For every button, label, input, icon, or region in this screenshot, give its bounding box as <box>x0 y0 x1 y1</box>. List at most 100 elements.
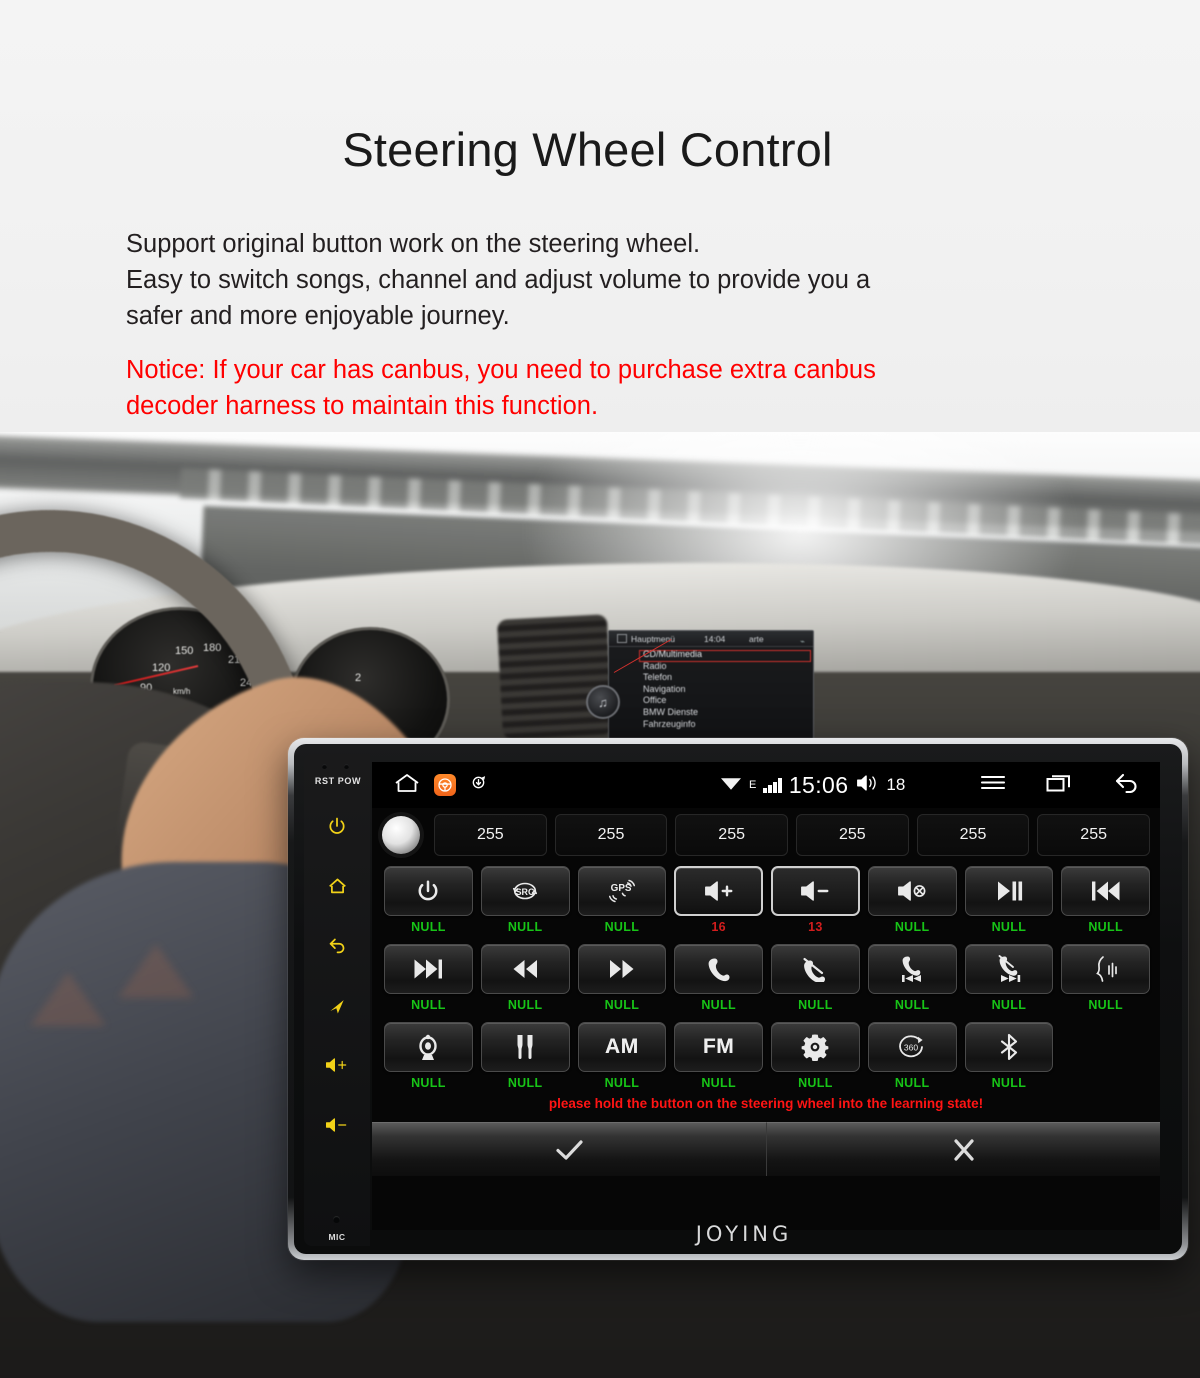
phone-next-button-label: NULL <box>991 998 1027 1012</box>
camera-button-label: NULL <box>411 1076 446 1090</box>
idrive-menu-item-office[interactable]: Office <box>643 695 702 707</box>
idrive-menu-item-fahrzeuginfo[interactable]: Fahrzeuginfo <box>643 719 702 731</box>
key-value-3[interactable]: 255 <box>675 814 788 856</box>
key-value-6[interactable]: 255 <box>1037 814 1150 856</box>
rst-label: RST <box>314 776 335 786</box>
volume-down-button-label: 13 <box>808 920 823 934</box>
panorama-360-button-label: NULL <box>894 1076 930 1090</box>
aux-rca-button[interactable] <box>480 1022 570 1072</box>
key-value-2[interactable]: 255 <box>554 814 668 856</box>
key-value-1[interactable]: 255 <box>434 814 547 856</box>
back-arrow-icon[interactable] <box>1113 772 1140 798</box>
notice-line-1: Notice: If your car has canbus, you need… <box>126 356 876 384</box>
power-button-label: NULL <box>411 920 446 934</box>
head-unit: RST POW MIC E 15:06 18 255 255 255 255 2… <box>288 738 1188 1260</box>
idrive-display: Hauptmenü 14:04 arte ⌁ CD/Multimedia Rad… <box>608 630 814 740</box>
page-root: Steering Wheel Control Support original … <box>0 0 1200 1378</box>
power-pinhole[interactable] <box>344 764 349 769</box>
notice-line-2: decoder harness to maintain this functio… <box>126 392 599 420</box>
touchscreen[interactable]: E 15:06 18 255 255 255 255 255 255 NULL … <box>372 762 1160 1230</box>
play-pause-button[interactable] <box>964 866 1054 916</box>
function-button-row-3: NULL NULL AM NULL FM NULL NULL 360 NULL … <box>384 1022 1150 1090</box>
idrive-menu-item-radio[interactable]: Radio <box>643 661 702 673</box>
function-cell-aux: NULL <box>480 1022 570 1090</box>
camera-button[interactable] <box>384 1022 473 1072</box>
next-track-button-label: NULL <box>411 998 446 1012</box>
recent-apps-icon[interactable] <box>1046 773 1073 798</box>
am-radio-button[interactable]: AM <box>577 1022 667 1072</box>
settings-button[interactable] <box>771 1022 860 1072</box>
check-icon <box>556 1139 583 1160</box>
svg-text:SRC: SRC <box>516 887 535 897</box>
function-cell-play-pause: NULL <box>964 866 1054 934</box>
volume-down-button[interactable] <box>771 866 860 916</box>
bluetooth-button[interactable] <box>964 1022 1054 1072</box>
hamburger-menu-icon[interactable] <box>980 773 1006 797</box>
rewind-button[interactable] <box>480 944 570 994</box>
idrive-menu-item-bmw-dienste[interactable]: BMW Dienste <box>643 707 702 719</box>
bezel-volume-down-icon[interactable] <box>304 1116 370 1138</box>
key-value-5[interactable]: 255 <box>916 814 1030 856</box>
function-cell-mute: NULL <box>867 866 957 934</box>
gps-button[interactable]: GPS <box>577 866 667 916</box>
bezel-back-icon[interactable] <box>304 936 370 959</box>
phone-next-button[interactable] <box>964 944 1054 994</box>
idrive-menu-item-navigation[interactable]: Navigation <box>643 684 702 696</box>
function-cell-power: NULL <box>384 866 473 934</box>
previous-track-button[interactable] <box>1061 866 1150 916</box>
android-status-bar: E 15:06 18 <box>372 762 1160 808</box>
fast-forward-button-label: NULL <box>604 998 640 1012</box>
phone-hangup-button[interactable] <box>771 944 860 994</box>
function-cell-volume-down: 13 <box>771 866 860 934</box>
notice-text: Notice: If your car has canbus, you need… <box>126 352 1086 424</box>
function-cell-volume-up: 16 <box>674 866 763 934</box>
function-cell-fm: FM NULL <box>674 1022 763 1090</box>
statusbar-right-group <box>980 762 1140 808</box>
brand-logo: JOYING <box>695 1222 793 1246</box>
media-source-badge: ♫ <box>586 685 620 719</box>
panorama-360-button[interactable]: 360 <box>867 1022 957 1072</box>
learning-status-indicator[interactable] <box>382 816 420 854</box>
am-radio-label: AM <box>605 1035 639 1058</box>
reset-pinhole[interactable] <box>322 764 327 769</box>
mute-button[interactable] <box>867 866 957 916</box>
fast-forward-button[interactable] <box>577 944 667 994</box>
function-cell-phone-hangup: NULL <box>771 944 860 1012</box>
network-type-label: E <box>749 779 757 791</box>
next-track-button[interactable] <box>384 944 473 994</box>
bluetooth-button-label: NULL <box>991 1076 1027 1090</box>
home-icon[interactable] <box>394 773 420 798</box>
phone-previous-button-label: NULL <box>894 998 930 1012</box>
description-line-3: safer and more enjoyable journey. <box>126 302 510 330</box>
volume-icon[interactable] <box>855 773 879 798</box>
src-button[interactable]: SRC <box>480 866 570 916</box>
bezel-power-icon[interactable] <box>304 816 370 840</box>
idrive-menu-item-telefon[interactable]: Telefon <box>643 672 702 684</box>
fm-radio-button[interactable]: FM <box>674 1022 763 1072</box>
swc-learning-panel: 255 255 255 255 255 255 NULL SRC NULL GP… <box>372 808 1160 1230</box>
cancel-button[interactable] <box>766 1122 1160 1176</box>
function-button-row-2: NULL NULL NULL NULL NULL NULL NULL NULL <box>384 944 1150 1012</box>
tach-tick-2: 2 <box>355 672 362 684</box>
signal-bars-icon <box>763 777 782 793</box>
statusbar-left-group <box>394 762 487 808</box>
power-button[interactable] <box>384 866 473 916</box>
function-cell-fast-forward: NULL <box>577 944 667 1012</box>
bezel-home-icon[interactable] <box>304 876 370 899</box>
air-vent <box>496 614 614 740</box>
voice-command-button[interactable] <box>1061 944 1150 994</box>
steering-wheel-app-icon[interactable] <box>434 774 456 796</box>
phone-answer-button-label: NULL <box>701 998 736 1012</box>
wifi-icon <box>720 774 742 796</box>
phone-hangup-button-label: NULL <box>798 998 833 1012</box>
phone-answer-button[interactable] <box>674 944 763 994</box>
key-value-4[interactable]: 255 <box>795 814 909 856</box>
close-icon <box>953 1138 974 1161</box>
confirm-button[interactable] <box>372 1122 766 1176</box>
bezel-navigation-icon[interactable] <box>304 996 370 1020</box>
bezel-volume-up-icon[interactable] <box>304 1056 370 1078</box>
sync-download-icon <box>470 774 487 796</box>
svg-text:GPS: GPS <box>611 883 632 894</box>
volume-up-button[interactable] <box>674 866 763 916</box>
phone-previous-button[interactable] <box>867 944 957 994</box>
